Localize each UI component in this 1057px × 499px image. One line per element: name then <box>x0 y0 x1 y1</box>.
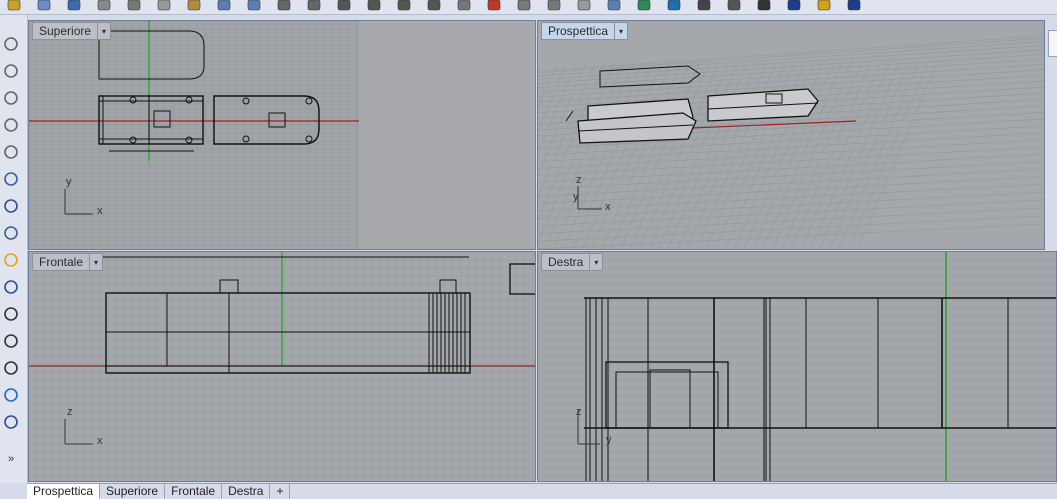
axis-label-x: x <box>605 201 611 213</box>
boolean-icon[interactable] <box>1 276 23 298</box>
fillet-icon[interactable] <box>1 249 23 271</box>
arc-icon[interactable] <box>1 141 23 163</box>
scale-icon[interactable] <box>1 357 23 379</box>
viewport-title-right[interactable]: Destra ▾ <box>541 253 604 271</box>
viewport-title-top[interactable]: Superiore ▾ <box>32 22 112 40</box>
new-icon[interactable] <box>6 0 22 12</box>
viewport-right[interactable]: z y Destra ▾ <box>537 251 1057 482</box>
viewport-perspective-canvas <box>538 21 1044 249</box>
axis-label-x: x <box>97 435 103 447</box>
rectangle-icon[interactable] <box>1 114 23 136</box>
tab-superiore[interactable]: Superiore <box>100 484 166 498</box>
paste-icon[interactable] <box>186 0 202 12</box>
viewport-top[interactable]: y x Superiore ▾ <box>28 20 536 250</box>
sidebar-toolbar: » <box>0 15 28 483</box>
zoom-extents-icon[interactable] <box>396 0 412 12</box>
viewport-title-label: Destra <box>548 255 584 269</box>
transform-icon[interactable] <box>1 303 23 325</box>
print-icon[interactable] <box>96 0 112 12</box>
viewport-right-canvas <box>538 252 1056 481</box>
properties-icon[interactable] <box>516 0 532 12</box>
viewport-perspective[interactable]: z y x Prospettica ▾ <box>537 20 1045 250</box>
axis-label-z: z <box>67 406 73 418</box>
redo-icon[interactable] <box>246 0 262 12</box>
rotate-view-icon[interactable] <box>306 0 322 12</box>
material-icon[interactable] <box>666 0 682 12</box>
axis-label-z: z <box>576 174 582 186</box>
circle-icon[interactable] <box>1 87 23 109</box>
help-icon[interactable] <box>846 0 862 12</box>
zoom-window-icon[interactable] <box>366 0 382 12</box>
pan-icon[interactable] <box>276 0 292 12</box>
mesh-icon[interactable] <box>1 222 23 244</box>
viewport-title-label: Prospettica <box>548 24 609 38</box>
viewport-title-perspective[interactable]: Prospettica ▾ <box>541 22 629 40</box>
render-icon[interactable] <box>636 0 652 12</box>
sphere-icon[interactable] <box>696 0 712 12</box>
snap-icon[interactable] <box>1 384 23 406</box>
shade-icon[interactable] <box>726 0 742 12</box>
layer-icon[interactable] <box>486 0 502 12</box>
axis-label-z: z <box>576 406 582 418</box>
dimension-icon[interactable] <box>1 411 23 433</box>
light-icon[interactable] <box>786 0 802 12</box>
viewport-front[interactable]: z x Frontale ▾ <box>28 251 536 482</box>
more-icon[interactable]: » <box>8 453 14 465</box>
undo-icon[interactable] <box>216 0 232 12</box>
ghost-icon[interactable] <box>756 0 772 12</box>
sphere-solid-icon[interactable] <box>1 195 23 217</box>
tab-destra[interactable]: Destra <box>222 484 271 498</box>
cut-icon[interactable] <box>126 0 142 12</box>
axis-label-y: y <box>606 434 612 446</box>
tab-prospettica[interactable]: Prospettica <box>27 484 101 499</box>
tab-frontale[interactable]: Frontale <box>165 484 223 498</box>
save-icon[interactable] <box>66 0 82 12</box>
axis-label-x: x <box>97 205 103 217</box>
osnap-icon[interactable] <box>606 0 622 12</box>
grid-icon[interactable] <box>576 0 592 12</box>
viewport-title-label: Frontale <box>39 255 84 269</box>
chevron-down-icon[interactable]: ▾ <box>614 23 627 39</box>
viewport-front-canvas <box>29 252 535 481</box>
zoom-icon[interactable] <box>336 0 352 12</box>
viewport-icon[interactable] <box>456 0 472 12</box>
chevron-down-icon[interactable]: ▾ <box>97 23 110 39</box>
select-icon[interactable] <box>546 0 562 12</box>
open-icon[interactable] <box>36 0 52 12</box>
viewport-title-label: Superiore <box>39 24 92 38</box>
add-tab-button[interactable]: + <box>270 484 291 498</box>
point-icon[interactable] <box>1 33 23 55</box>
viewport-scroll-handle[interactable] <box>1048 30 1057 57</box>
axis-label-y: y <box>66 176 72 188</box>
curve-icon[interactable] <box>1 60 23 82</box>
chevron-down-icon[interactable]: ▾ <box>89 254 102 270</box>
rotate-icon[interactable] <box>1 330 23 352</box>
main-toolbar <box>0 0 1057 15</box>
chevron-down-icon[interactable]: ▾ <box>589 254 602 270</box>
copy-icon[interactable] <box>156 0 172 12</box>
viewport-title-front[interactable]: Frontale ▾ <box>32 253 104 271</box>
options-icon[interactable] <box>816 0 832 12</box>
surface-icon[interactable] <box>1 168 23 190</box>
zoom-selected-icon[interactable] <box>426 0 442 12</box>
axis-label-y: y <box>573 191 579 203</box>
viewport-top-canvas <box>29 21 535 249</box>
viewport-tabs: Prospettica Superiore Frontale Destra + <box>27 483 1057 499</box>
